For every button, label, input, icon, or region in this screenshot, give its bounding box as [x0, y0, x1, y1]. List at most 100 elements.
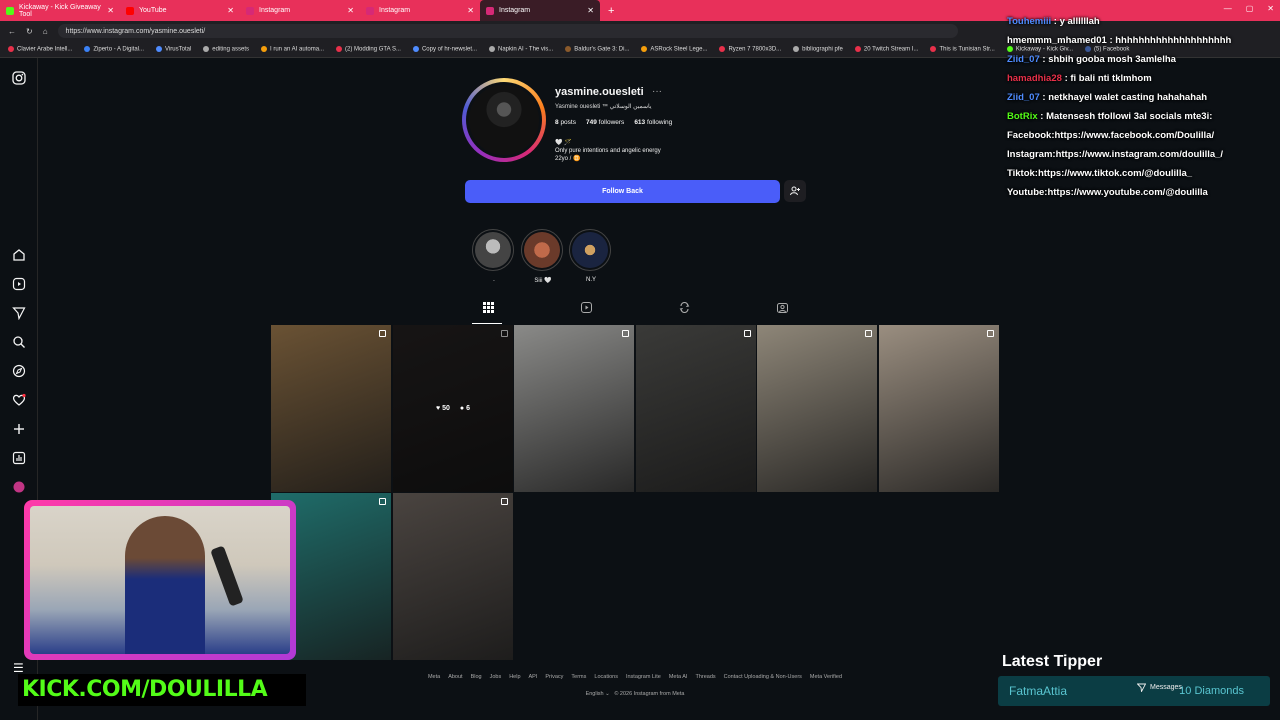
profile-avatar-icon[interactable]	[12, 480, 26, 494]
footer-link[interactable]: Terms	[571, 674, 586, 680]
footer-meta: English ⌄ © 2026 Instagram from Meta	[271, 691, 999, 697]
home-icon[interactable]: ⌂	[43, 27, 48, 36]
footer-link[interactable]: Instagram Lite	[626, 674, 661, 680]
browser-tab[interactable]: YouTube ✕	[120, 0, 240, 21]
chat-text: : y allllllah	[1053, 16, 1100, 27]
new-tab-button[interactable]: +	[608, 5, 614, 17]
footer-link[interactable]: Meta AI	[669, 674, 688, 680]
highlight-cover	[521, 229, 563, 271]
browser-tab[interactable]: Instagram ✕	[360, 0, 480, 21]
url-input[interactable]: https://www.instagram.com/yasmine.ouesle…	[57, 24, 958, 38]
reels-icon[interactable]	[12, 277, 26, 291]
tab-close-icon[interactable]: ✕	[347, 6, 354, 15]
chat-text: Youtube:https://www.youtube.com/@doulill…	[1007, 187, 1208, 198]
post-thumbnail[interactable]	[757, 325, 877, 492]
posts-grid-tab-icon[interactable]	[482, 302, 494, 314]
chat-message: BotRix : Matensesh tfollowi 3al socials …	[1007, 107, 1277, 126]
chat-text: : Matensesh tfollowi 3al socials mte3i:	[1040, 111, 1213, 122]
tagged-tab-icon[interactable]	[776, 302, 788, 314]
tab-close-icon[interactable]: ✕	[467, 6, 474, 15]
language-selector[interactable]: English ⌄	[586, 691, 610, 697]
chat-text: : netkhayel walet casting hahahahah	[1042, 92, 1208, 103]
bookmark-item[interactable]: Ryzen 7 7800x3D...	[719, 45, 781, 52]
chat-text: Tiktok:https://www.tiktok.com/@doulilla_	[1007, 168, 1193, 179]
bookmark-item[interactable]: editing assets	[203, 45, 249, 52]
tab-favicon-icon	[246, 6, 254, 15]
bookmark-item[interactable]: (2) Modding GTA S...	[336, 45, 401, 52]
footer-link[interactable]: Meta	[428, 674, 440, 680]
tab-close-icon[interactable]: ✕	[107, 6, 114, 15]
browser-tab[interactable]: Instagram ✕	[480, 0, 600, 21]
tab-favicon-icon	[366, 6, 374, 15]
chat-username: Ziid_07	[1007, 92, 1040, 103]
tipper-amount: 10 Diamonds	[1179, 685, 1244, 697]
dashboard-icon[interactable]	[12, 451, 26, 465]
footer-link[interactable]: Jobs	[490, 674, 502, 680]
bookmark-item[interactable]: bibliographi pfe	[793, 45, 843, 52]
notifications-heart-icon[interactable]	[12, 393, 26, 407]
footer-link[interactable]: Blog	[471, 674, 482, 680]
more-options-icon[interactable]: ···	[652, 86, 662, 97]
likes-count: ♥ 50	[436, 405, 450, 412]
suggested-users-button[interactable]	[784, 180, 806, 202]
latest-tipper-title: Latest Tipper	[1002, 653, 1103, 670]
browser-tab[interactable]: Instagram ✕	[240, 0, 360, 21]
bookmark-item[interactable]: 20 Twitch Stream I...	[854, 45, 918, 52]
create-icon[interactable]	[12, 422, 26, 436]
tab-favicon-icon	[486, 6, 494, 15]
streamer-figure	[125, 516, 205, 654]
footer-link[interactable]: Meta Verified	[810, 674, 842, 680]
profile-avatar[interactable]	[466, 82, 542, 158]
highlight-item[interactable]: .	[472, 229, 516, 283]
back-icon[interactable]: ←	[8, 27, 16, 36]
post-thumbnail[interactable]	[879, 325, 999, 492]
bookmark-item[interactable]: This is Tunisian Str...	[930, 45, 995, 52]
direct-messages-icon[interactable]	[12, 306, 26, 321]
bookmark-item[interactable]: ASRock Steel Lege...	[641, 45, 707, 52]
messages-label: Messages	[1150, 684, 1182, 691]
post-thumbnail[interactable]	[271, 325, 391, 492]
footer-link[interactable]: Contact Uploading & Non-Users	[724, 674, 802, 680]
tab-close-icon[interactable]: ✕	[227, 6, 234, 15]
follow-back-button[interactable]: Follow Back	[465, 180, 780, 203]
footer-link[interactable]: Threads	[695, 674, 715, 680]
bookmark-item[interactable]: I run an AI automa...	[261, 45, 324, 52]
tab-label: Kickaway - Kick Giveaway Tool	[19, 3, 101, 18]
post-thumbnail[interactable]	[393, 493, 513, 660]
bookmark-item[interactable]: Baldur's Gate 3: Di...	[565, 45, 629, 52]
comments-count: ● 6	[459, 405, 470, 412]
footer-link[interactable]: API	[529, 674, 538, 680]
bookmark-favicon-icon	[641, 45, 648, 52]
followers-link[interactable]: 749 followers	[586, 119, 624, 126]
search-icon[interactable]	[12, 335, 26, 349]
bookmark-item[interactable]: Ziperto - A Digital...	[84, 45, 144, 52]
post-thumbnail[interactable]: ♥ 50 ● 6	[393, 325, 513, 492]
footer-link[interactable]: Locations	[594, 674, 618, 680]
chat-text: : shbih gooba mosh 3amlelha	[1042, 54, 1176, 65]
webcam-feed	[30, 506, 290, 654]
following-link[interactable]: 613 following	[634, 119, 672, 126]
copyright-text: © 2026 Instagram from Meta	[614, 691, 685, 697]
footer-link[interactable]: Privacy	[545, 674, 563, 680]
bookmark-item[interactable]: Copy of hr-newslet...	[412, 45, 477, 52]
bookmark-item[interactable]: VirusTotal	[156, 45, 191, 52]
browser-tab[interactable]: Kickaway - Kick Giveaway Tool ✕	[0, 0, 120, 21]
highlight-item[interactable]: N.Y	[569, 229, 613, 283]
footer-link[interactable]: About	[448, 674, 462, 680]
active-tab-indicator	[472, 323, 502, 324]
highlight-item[interactable]: Siii 🤍	[521, 229, 565, 284]
explore-icon[interactable]	[12, 364, 26, 378]
tab-close-icon[interactable]: ✕	[587, 6, 594, 15]
bookmark-item[interactable]: Napkin AI - The vis...	[489, 45, 553, 52]
bookmark-item[interactable]: Clavier Arabe Intell...	[8, 45, 72, 52]
reels-tab-icon[interactable]	[580, 302, 592, 314]
home-nav-icon[interactable]	[12, 248, 26, 262]
post-thumbnail[interactable]	[636, 325, 756, 492]
menu-icon[interactable]: ☰	[13, 661, 24, 675]
footer-link[interactable]: Help	[509, 674, 520, 680]
messages-button[interactable]: Messages	[1137, 683, 1182, 692]
reposts-tab-icon[interactable]	[678, 301, 690, 314]
reload-icon[interactable]: ↻	[26, 27, 33, 36]
post-thumbnail[interactable]	[514, 325, 634, 492]
instagram-logo-icon[interactable]	[12, 71, 26, 85]
